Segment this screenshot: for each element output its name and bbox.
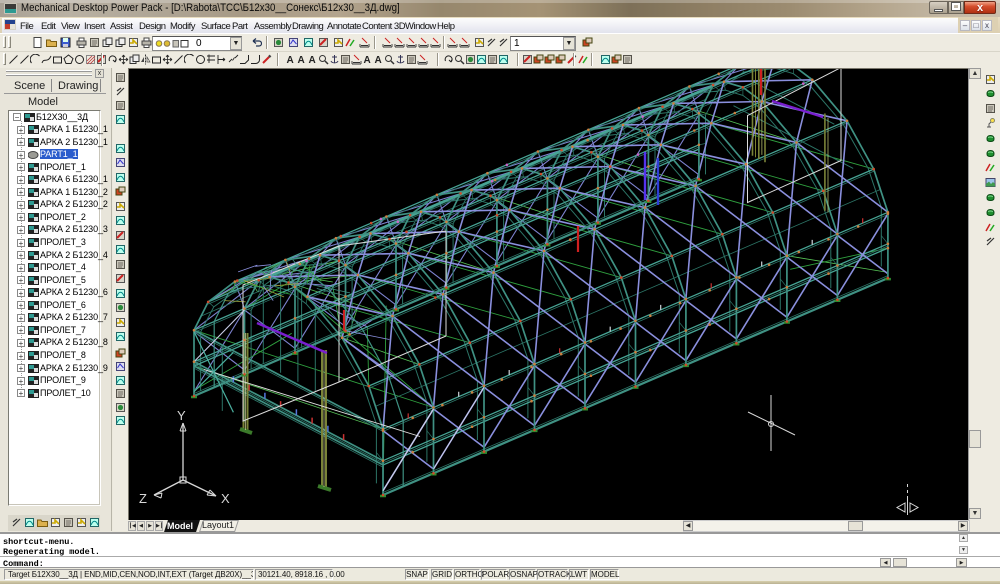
svg-text:A: A <box>364 55 371 65</box>
svg-text:A: A <box>309 55 316 65</box>
svg-text:Z: Z <box>139 491 147 506</box>
svg-text:A: A <box>287 55 294 65</box>
svg-text:A: A <box>375 55 382 65</box>
svg-text:Y: Y <box>177 408 186 423</box>
svg-text:X: X <box>221 491 230 506</box>
svg-text:A: A <box>298 55 305 65</box>
